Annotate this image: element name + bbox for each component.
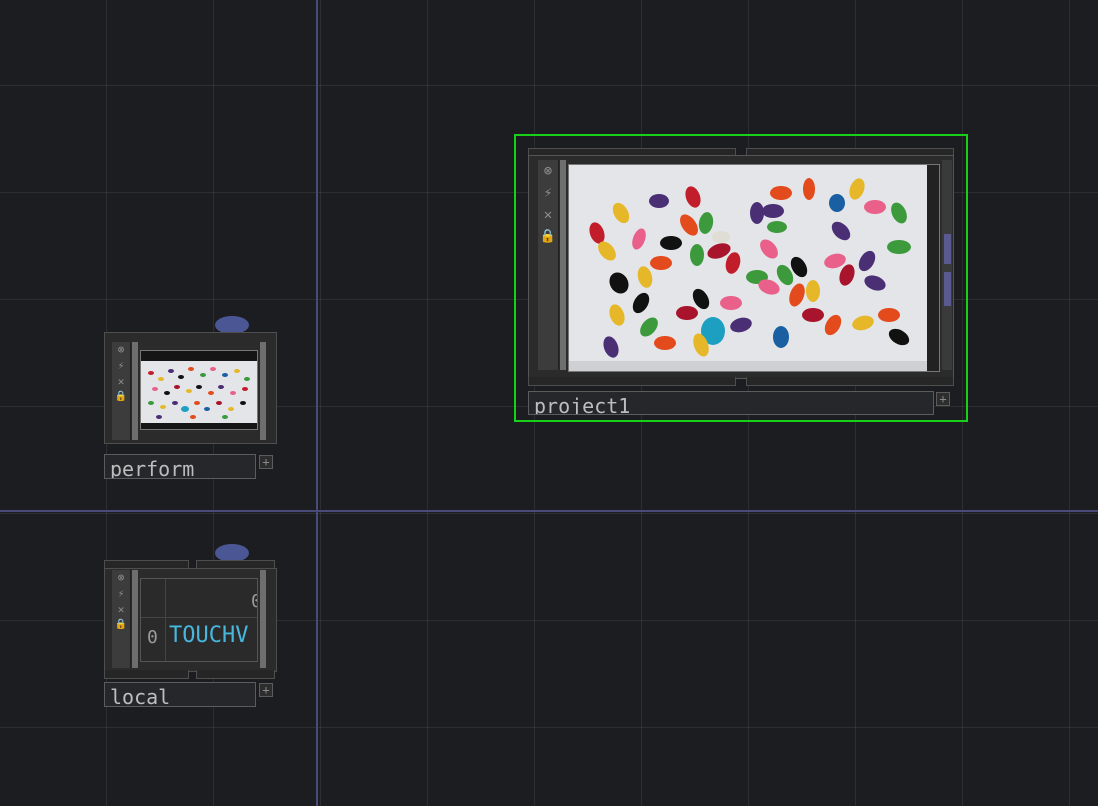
node-project1[interactable]: ⊗ ⚡ ✕ 🔒 project1 + xyxy=(514,134,968,422)
table-cell-text: TOUCHV xyxy=(169,623,249,648)
input-tab-bottom[interactable] xyxy=(104,670,189,679)
network-origin-horizontal-line xyxy=(0,510,1098,512)
node-frame-edge-right xyxy=(260,342,266,440)
table-cell-value: 0 xyxy=(251,591,257,612)
node-local[interactable]: ⊗ ⚡ ✕ 🔒 0 0 TOUCHV local + xyxy=(104,560,280,710)
bypass-icon[interactable]: ⊗ xyxy=(112,344,130,355)
node-add-button[interactable]: + xyxy=(259,683,273,697)
node-frame-edge xyxy=(132,570,138,668)
node-side-toolbar: ⊗ ⚡ ✕ 🔒 xyxy=(112,570,131,668)
bypass-icon[interactable]: ⊗ xyxy=(538,164,558,178)
output-tab[interactable] xyxy=(196,560,275,568)
node-viewer[interactable]: 0 0 TOUCHV xyxy=(140,578,258,662)
lock-icon[interactable]: 🔒 xyxy=(538,230,558,243)
node-viewer[interactable] xyxy=(568,164,940,372)
node-name-label[interactable]: perform xyxy=(104,454,256,479)
node-perform[interactable]: ⊗ ⚡ ✕ 🔒 perform + xyxy=(104,332,280,482)
close-icon[interactable]: ✕ xyxy=(112,604,130,615)
close-icon[interactable]: ✕ xyxy=(538,208,558,222)
node-side-toolbar: ⊗ ⚡ ✕ 🔒 xyxy=(112,342,131,440)
cook-icon[interactable]: ⚡ xyxy=(112,360,130,371)
node-side-toolbar: ⊗ ⚡ ✕ 🔒 xyxy=(538,160,559,370)
node-frame-edge xyxy=(560,160,566,370)
node-frame-edge xyxy=(132,342,138,440)
node-viewer[interactable] xyxy=(140,350,258,430)
output-tab-bottom[interactable] xyxy=(196,670,275,679)
close-icon[interactable]: ✕ xyxy=(112,376,130,387)
lock-icon[interactable]: 🔒 xyxy=(112,392,130,402)
node-name-label[interactable]: local xyxy=(104,682,256,707)
jellybeans-thumbnail xyxy=(141,351,257,429)
lock-icon[interactable]: 🔒 xyxy=(112,620,130,630)
table-grid-horizontal xyxy=(141,617,257,618)
jellybeans-image xyxy=(569,165,939,371)
node-scrollbar-thumb-lower[interactable] xyxy=(944,272,951,306)
node-frame-edge-right xyxy=(260,570,266,668)
output-tab-bottom[interactable] xyxy=(746,377,954,386)
node-add-button[interactable]: + xyxy=(936,392,950,406)
cook-icon[interactable]: ⚡ xyxy=(112,588,130,599)
table-grid-vertical xyxy=(165,579,166,661)
bypass-icon[interactable]: ⊗ xyxy=(112,572,130,583)
node-scrollbar-thumb-upper[interactable] xyxy=(944,234,951,264)
input-tab-bottom[interactable] xyxy=(528,377,736,386)
network-origin-vertical-line xyxy=(316,0,318,806)
table-row-index: 0 xyxy=(147,627,158,648)
input-tab[interactable] xyxy=(104,560,189,568)
node-name-label[interactable]: project1 xyxy=(528,391,934,415)
node-scrollbar-track[interactable] xyxy=(942,160,952,370)
cook-icon[interactable]: ⚡ xyxy=(538,186,558,200)
node-add-button[interactable]: + xyxy=(259,455,273,469)
